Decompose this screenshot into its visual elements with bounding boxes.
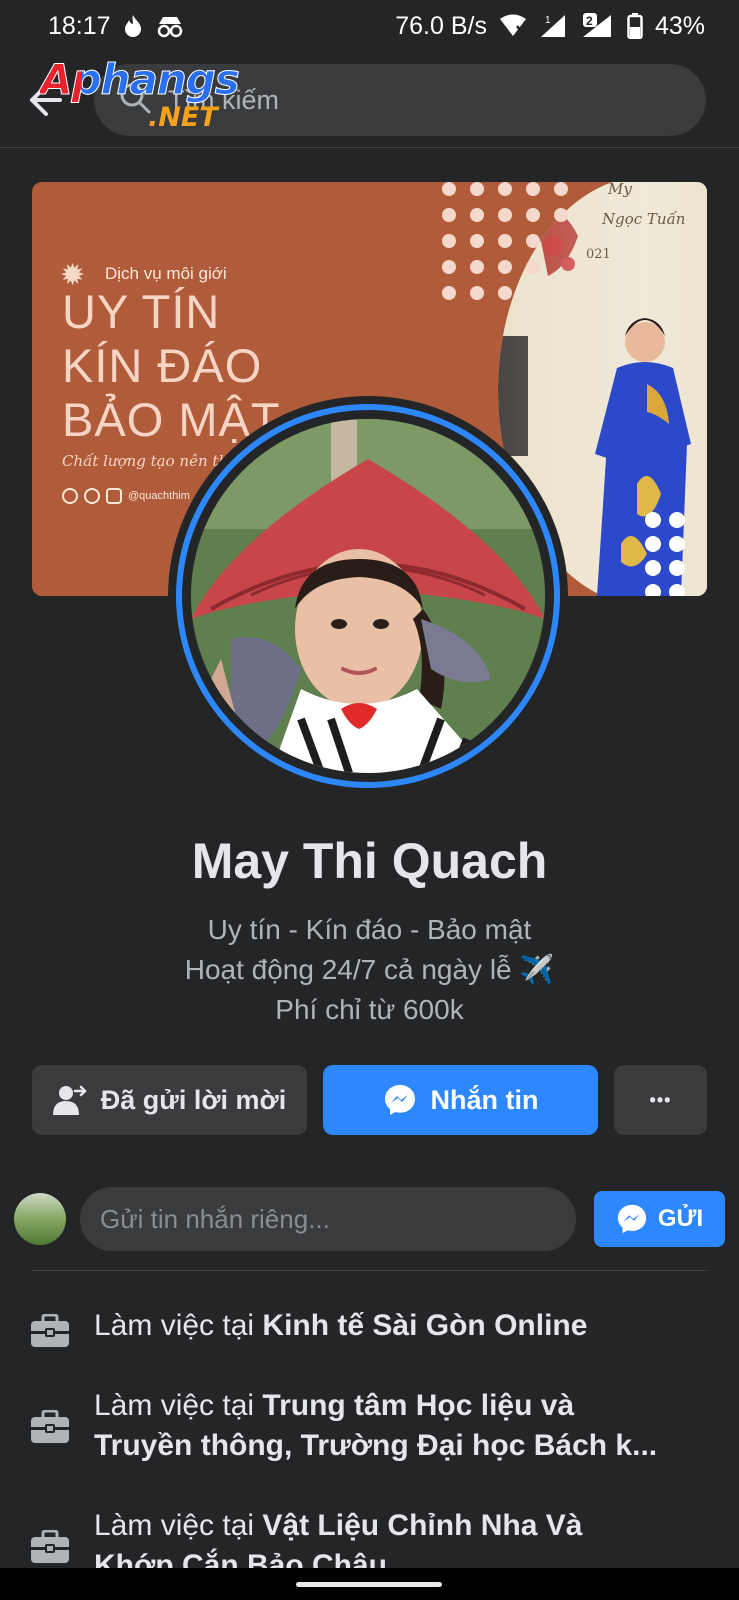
profile-name: May Thi Quach (191, 833, 548, 889)
cover-headline-1: UY TÍN (62, 285, 221, 338)
instagram-icon (106, 488, 122, 504)
svg-text:1: 1 (545, 15, 551, 26)
net-speed: 76.0 B/s (395, 11, 487, 40)
private-message-input[interactable]: Gửi tin nhắn riêng... (80, 1187, 576, 1251)
system-nav-bar (0, 1568, 739, 1600)
send-label: GỬI (657, 1205, 704, 1232)
briefcase-icon (31, 1314, 69, 1347)
section-divider (32, 1270, 707, 1271)
work-text: Làm việc tại Kinh tế Sài Gòn Online (94, 1309, 588, 1342)
cover-handle: @quachthim (128, 490, 190, 502)
watermark-logo: Aphangs .NET (40, 57, 270, 138)
battery-level: 43% (654, 11, 705, 40)
viewer-avatar (14, 1193, 66, 1245)
avatar-photo (191, 419, 545, 773)
flame-icon (123, 14, 143, 38)
cover-tagline: Dịch vụ môi giới (105, 264, 227, 283)
work-item[interactable]: Làm việc tại Trung tâm Học liệu và Truyề… (30, 1386, 710, 1466)
svg-text:My: My (607, 182, 632, 198)
watermark-bottom: .NET (148, 102, 218, 133)
home-gesture-handle[interactable] (296, 1582, 442, 1587)
cover-social-row: @quachthim (62, 488, 190, 504)
work-text: Làm việc tại Trung tâm Học liệu và Truyề… (94, 1389, 658, 1462)
status-right: 76.0 B/s 1 2 43% (395, 12, 705, 41)
watermark-top: Aphangs (40, 57, 270, 102)
twitter-icon (84, 488, 100, 504)
profile-bio: Uy tín - Kín đáo - Bảo mật Hoạt động 24/… (0, 910, 739, 1030)
cover-dot-pattern (442, 182, 582, 302)
more-options-button[interactable]: ••• (614, 1065, 707, 1135)
person-sent-icon (52, 1085, 87, 1115)
workplace-link[interactable]: Kinh tế Sài Gòn Online (262, 1309, 587, 1342)
top-bar: Tìm kiếm Aphangs .NET (0, 52, 739, 148)
wifi-icon (499, 14, 527, 38)
bio-line-1: Uy tín - Kín đáo - Bảo mật (207, 914, 532, 945)
status-left: 18:17 (48, 12, 185, 41)
status-time: 18:17 (48, 11, 111, 40)
facebook-icon (62, 488, 78, 504)
request-sent-label: Đã gửi lời mời (100, 1084, 287, 1115)
profile-avatar[interactable] (168, 396, 568, 796)
messenger-icon (617, 1204, 646, 1234)
svg-text:2: 2 (586, 14, 593, 28)
battery-icon (627, 13, 643, 39)
work-item[interactable]: Làm việc tại Kinh tế Sài Gòn Online (30, 1306, 710, 1348)
workplace-link[interactable]: Vật Liệu Chỉnh Nha Và (262, 1509, 582, 1542)
workplace-link[interactable]: Trung tâm Học liệu và (262, 1389, 574, 1422)
messenger-icon (384, 1085, 415, 1115)
message-button[interactable]: Nhắn tin (323, 1065, 598, 1135)
private-message-placeholder: Gửi tin nhắn riêng... (100, 1203, 330, 1234)
incognito-icon (155, 14, 185, 38)
briefcase-icon (31, 1530, 69, 1563)
signal-sim2-icon: 2 (581, 13, 615, 39)
airplane-icon: ✈️ (519, 954, 555, 985)
profile-actions: Đã gửi lời mời Nhắn tin ••• (32, 1065, 707, 1135)
cover-person-figure (577, 244, 707, 596)
bio-line-2: Hoạt động 24/7 cả ngày lễ ✈️ (184, 954, 555, 985)
send-button[interactable]: GỬI (594, 1191, 725, 1247)
status-bar: 18:17 76.0 B/s 1 2 43% (0, 0, 739, 52)
private-message-row: Gửi tin nhắn riêng... GỬI (14, 1187, 725, 1251)
bio-line-3: Phí chỉ từ 600k (275, 994, 464, 1025)
message-label: Nhắn tin (430, 1084, 539, 1115)
request-sent-button[interactable]: Đã gửi lời mời (32, 1065, 307, 1135)
svg-text:Ngọc Tuấn: Ngọc Tuấn (601, 210, 685, 228)
cover-headline-2: KÍN ĐÁO (62, 339, 263, 392)
signal-sim1-icon: 1 (539, 13, 569, 39)
briefcase-icon (31, 1410, 69, 1443)
story-ring (176, 404, 560, 788)
more-icon: ••• (649, 1089, 672, 1110)
